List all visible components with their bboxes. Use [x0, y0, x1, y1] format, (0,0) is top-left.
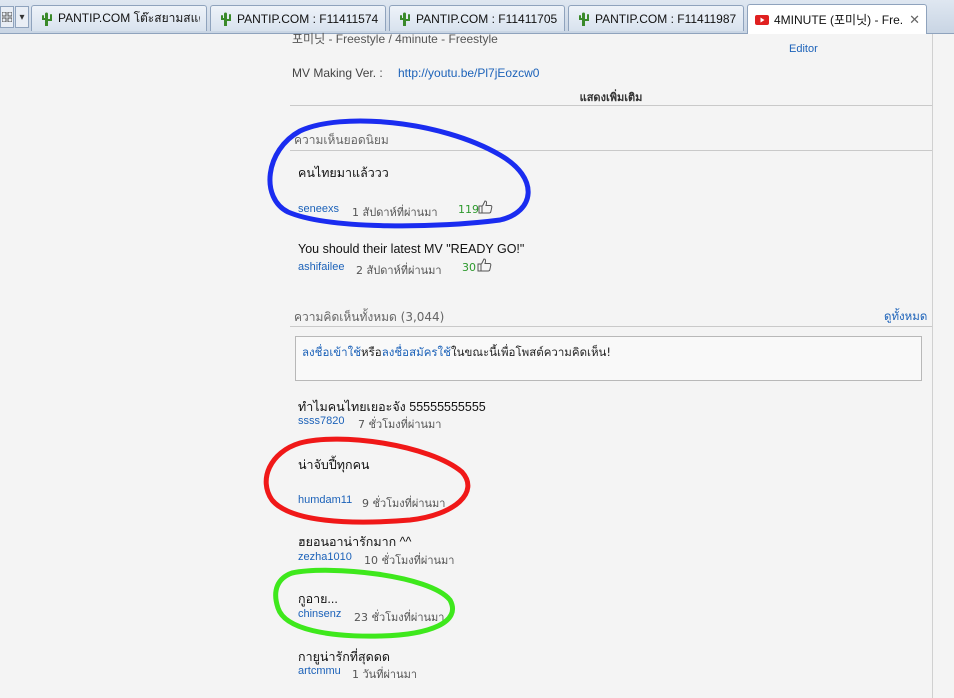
comment-author[interactable]: artcmmu	[298, 665, 341, 677]
browser-tab-strip: ▾ PANTIP.COM โต๊ะสยามสแค... PANTIP.COM :…	[0, 0, 954, 34]
show-more-button[interactable]: แสดงเพิ่มเติม	[290, 88, 932, 106]
login-prompt-text: ในขณะนี้เพื่อโพสต์ความคิดเห็น!	[450, 345, 612, 359]
comment-text: คนไทยมาแล้ววว	[298, 166, 389, 180]
all-comments-title: ความคิดเห็นทั้งหมด (3,044)	[294, 310, 445, 324]
comment-text: กูอาย...	[298, 592, 338, 606]
comment-text: You should their latest MV "READY GO!"	[298, 242, 525, 256]
mv-link[interactable]: http://youtu.be/Pl7jEozcw0	[398, 66, 539, 80]
youtube-icon	[755, 14, 769, 25]
thumbs-up-icon[interactable]	[477, 200, 493, 214]
or-text: หรือ	[361, 345, 382, 359]
tab-title: 4MINUTE (포미닛) - Fre...	[774, 13, 904, 27]
description-line: 포미닛 - Freestyle / 4minute - Freestyle	[292, 32, 498, 46]
tab-list-dropdown-icon[interactable]: ▾	[15, 6, 29, 28]
comment-author[interactable]: ashifailee	[298, 261, 344, 273]
login-prompt-box: ลงชื่อเข้าใช้หรือลงชื่อสมัครใช้ในขณะนี้เ…	[295, 336, 922, 381]
comment-author[interactable]: ssss7820	[298, 415, 344, 427]
comment-author[interactable]: zezha1010	[298, 551, 352, 563]
youtube-comments-page: 포미닛 - Freestyle / 4minute - Freestyle Ed…	[0, 32, 954, 698]
view-all-link[interactable]: ดูทั้งหมด	[884, 308, 927, 326]
mv-label: MV Making Ver. :	[292, 66, 383, 80]
comment-time: 2 สัปดาห์ที่ผ่านมา	[356, 264, 442, 277]
tab-pantip-4[interactable]: PANTIP.COM : F11411987 ...	[568, 5, 744, 31]
comment-text: น่าจับปี้ทุกคน	[298, 458, 370, 472]
tab-pantip-2[interactable]: PANTIP.COM : F11411574 ...	[210, 5, 386, 31]
comment-time: 1 วันที่ผ่านมา	[352, 668, 418, 681]
column-divider	[932, 34, 933, 698]
comment-time: 7 ชั่วโมงที่ผ่านมา	[358, 418, 442, 431]
like-count: 30	[462, 261, 476, 274]
tab-title: PANTIP.COM : F11411574 ...	[237, 11, 379, 26]
thumbs-up-icon[interactable]	[476, 258, 492, 272]
comment-text: ทำไมคนไทยเยอะจัง 55555555555	[298, 400, 486, 414]
tab-youtube-active[interactable]: 4MINUTE (포미닛) - Fre... ✕	[747, 4, 927, 34]
comment-time: 10 ชั่วโมงที่ผ่านมา	[364, 554, 455, 567]
tab-pantip-1[interactable]: PANTIP.COM โต๊ะสยามสแค...	[31, 5, 207, 31]
comment-text: ฮยอนอาน่ารักมาก ^^	[298, 535, 412, 549]
comment-time: 23 ชั่วโมงที่ผ่านมา	[354, 611, 445, 624]
tab-title: PANTIP.COM : F11411705 ...	[416, 11, 558, 26]
tab-title: PANTIP.COM โต๊ะสยามสแค...	[58, 11, 200, 25]
comment-text: กายูน่ารักที่สุดดด	[298, 650, 390, 664]
top-comments-title: ความเห็นยอดนิยม	[294, 133, 389, 147]
comment-time: 9 ชั่วโมงที่ผ่านมา	[362, 497, 446, 510]
editor-link[interactable]: Editor	[789, 43, 818, 55]
like-count: 119	[458, 203, 479, 216]
tab-title: PANTIP.COM : F11411987 ...	[595, 11, 737, 26]
cactus-icon	[400, 12, 410, 26]
comment-time: 1 สัปดาห์ที่ผ่านมา	[352, 206, 438, 219]
cactus-icon	[221, 12, 231, 26]
divider	[290, 150, 932, 151]
tab-pantip-3[interactable]: PANTIP.COM : F11411705 ...	[389, 5, 565, 31]
cactus-icon	[42, 12, 52, 26]
tab-grid-icon[interactable]	[0, 6, 14, 28]
divider	[290, 326, 932, 327]
close-tab-icon[interactable]: ✕	[903, 12, 920, 28]
sign-up-link[interactable]: ลงชื่อสมัครใช้	[382, 345, 451, 359]
comment-author[interactable]: humdam11	[298, 494, 352, 506]
comment-author[interactable]: chinsenz	[298, 608, 341, 620]
cactus-icon	[579, 12, 589, 26]
comment-author[interactable]: seneexs	[298, 203, 339, 215]
sign-in-link[interactable]: ลงชื่อเข้าใช้	[302, 345, 361, 359]
